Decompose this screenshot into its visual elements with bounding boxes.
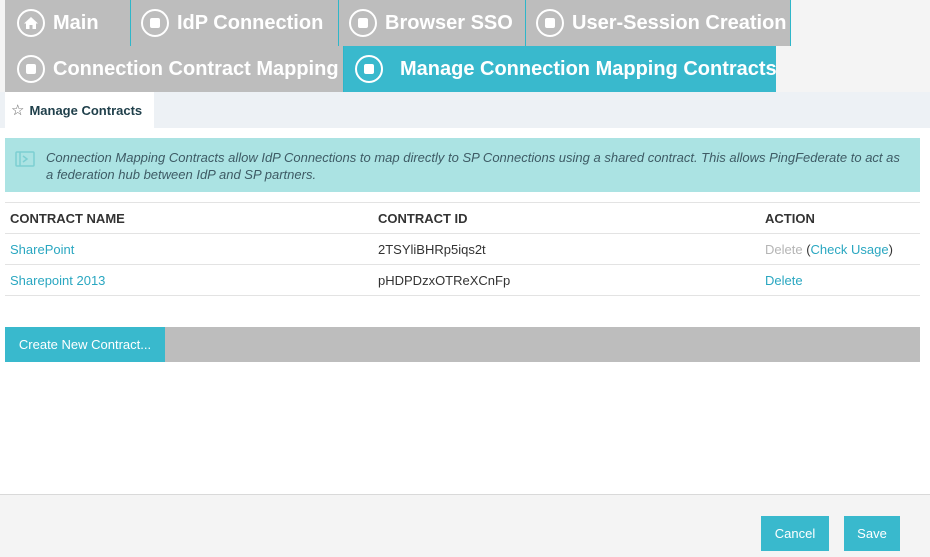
- tab-manage-connection-mapping-contracts[interactable]: Manage Connection Mapping Contracts: [344, 46, 777, 92]
- step-icon: [141, 9, 169, 37]
- step-icon: [536, 9, 564, 37]
- save-button[interactable]: Save: [844, 516, 900, 551]
- info-panel-icon: [15, 151, 35, 167]
- tab-manage-connection-mapping-contracts-label: Manage Connection Mapping Contracts: [400, 57, 777, 80]
- table-row: SharePoint 2TSYliBHRp5iqs2t Delete (Chec…: [5, 234, 920, 265]
- step-icon: [349, 9, 377, 37]
- contracts-table: CONTRACT NAME CONTRACT ID ACTION SharePo…: [5, 202, 920, 296]
- tab-user-session-creation-label: User-Session Creation: [572, 11, 787, 34]
- footer-bar: Cancel Save: [0, 494, 930, 557]
- star-icon: ☆: [11, 101, 25, 119]
- sub-navigation: ☆ Manage Contracts: [0, 92, 930, 128]
- table-header: CONTRACT NAME CONTRACT ID ACTION: [5, 202, 920, 234]
- tab-user-session-creation[interactable]: User-Session Creation: [526, 0, 791, 46]
- paren-open: (: [802, 241, 811, 257]
- home-icon: [17, 9, 45, 37]
- contract-name-link[interactable]: SharePoint: [10, 242, 74, 257]
- cancel-button[interactable]: Cancel: [761, 516, 829, 551]
- check-usage-link[interactable]: Check Usage: [811, 242, 889, 257]
- delete-link[interactable]: Delete: [765, 273, 803, 288]
- contract-id: pHDPDzxOTReXCnFp: [378, 272, 511, 288]
- tab-browser-sso-label: Browser SSO: [385, 11, 513, 34]
- column-header-action: ACTION: [765, 210, 815, 226]
- tab-connection-contract-mapping[interactable]: Connection Contract Mapping: [5, 46, 344, 92]
- tab-main-label: Main: [53, 11, 99, 34]
- contract-id: 2TSYliBHRp5iqs2t: [378, 241, 486, 257]
- paren-close: ): [888, 241, 893, 257]
- tab-browser-sso[interactable]: Browser SSO: [339, 0, 526, 46]
- tab-idp-connection[interactable]: IdP Connection: [131, 0, 339, 46]
- subnav-item-label: Manage Contracts: [29, 102, 143, 118]
- contract-name-link[interactable]: Sharepoint 2013: [10, 273, 105, 288]
- create-new-contract-button[interactable]: Create New Contract...: [5, 327, 165, 362]
- wizard-tabs: Main IdP Connection Browser SSO User-Ses…: [0, 0, 930, 92]
- info-text: Connection Mapping Contracts allow IdP C…: [46, 150, 900, 182]
- subnav-item-manage-contracts[interactable]: ☆ Manage Contracts: [5, 92, 154, 128]
- tab-idp-connection-label: IdP Connection: [177, 11, 324, 34]
- column-header-contract-id: CONTRACT ID: [378, 210, 468, 226]
- info-banner: Connection Mapping Contracts allow IdP C…: [5, 138, 920, 192]
- tab-connection-contract-mapping-label: Connection Contract Mapping: [53, 57, 339, 80]
- action-bar: Create New Contract...: [5, 327, 920, 362]
- step-icon: [17, 55, 45, 83]
- tab-main[interactable]: Main: [5, 0, 131, 46]
- step-icon: [355, 55, 383, 83]
- column-header-contract-name: CONTRACT NAME: [10, 210, 125, 226]
- delete-link-disabled: Delete: [765, 241, 803, 257]
- table-row: Sharepoint 2013 pHDPDzxOTReXCnFp Delete: [5, 265, 920, 296]
